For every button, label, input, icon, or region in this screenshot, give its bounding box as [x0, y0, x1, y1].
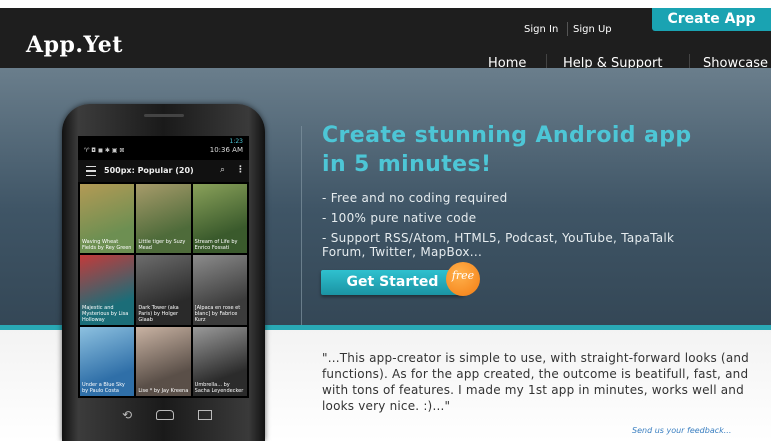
feature-item: Forum, Twitter, MapBox... — [322, 245, 483, 259]
home-icon[interactable] — [156, 410, 174, 420]
recent-apps-icon[interactable] — [198, 410, 212, 420]
photo-tile[interactable]: Little tiger by Suzy Mead — [136, 184, 191, 254]
phone-speaker — [144, 114, 184, 117]
photo-caption: Dark Tower (aka Paris) by Holger Glaab — [138, 304, 179, 323]
search-icon[interactable]: ⌕ — [220, 165, 225, 175]
photo-caption: Under a Blue Sky by Paulo Costa — [82, 382, 125, 394]
app-logo[interactable]: App.Yet — [26, 32, 123, 58]
feature-item: - Free and no coding required — [322, 191, 508, 205]
create-app-button[interactable]: Create App — [652, 8, 771, 31]
hero-title-line1: Create stunning Android app — [322, 123, 692, 148]
photo-caption: Stream of Life by Enrico Fossati — [194, 239, 238, 252]
top-bar: App.Yet Sign In Sign Up Create App Home … — [0, 0, 771, 72]
feature-item: - Support RSS/Atom, HTML5, Podcast, YouT… — [322, 231, 675, 245]
photo-tile[interactable]: Umbrella... by Sacha Leyendecker — [192, 326, 247, 396]
free-badge: free — [446, 262, 480, 296]
photo-tile[interactable]: Under a Blue Sky by Paulo Costa — [80, 326, 135, 396]
hero-divider — [301, 126, 302, 326]
photo-grid: Waving Wheat Fields by Rey Green Little t… — [80, 184, 247, 396]
photo-tile[interactable]: Dark Tower (aka Paris) by Holger Glaab — [136, 255, 191, 325]
photo-tile[interactable]: Lise * by Jay Kreena — [136, 326, 191, 396]
photo-tile[interactable]: Stream of Life by Enrico Fossati — [192, 184, 247, 254]
photo-tile[interactable]: Waving Wheat Fields by Rey Green — [80, 184, 135, 254]
testimonial-quote: "...This app-creator is simple to use, w… — [322, 351, 749, 413]
hero-title-line2: in 5 minutes! — [322, 152, 492, 177]
phone-mockup: 1:23 ♈ ◘ ◼ ✱ ▣ ⊠ 10:36 AM 500px: Popular… — [62, 104, 265, 441]
photo-tile[interactable]: Majestic and Mysterious by Lisa Holloway — [80, 255, 135, 325]
feedback-link[interactable]: Send us your feedback... — [632, 426, 731, 435]
photo-caption: Majestic and Mysterious by Lisa Holloway — [82, 304, 129, 323]
app-title: 500px: Popular (20) — [104, 166, 194, 175]
photo-caption: Waving Wheat Fields by Rey Green — [82, 239, 132, 252]
status-icons: ♈ ◘ ◼ ✱ ▣ ⊠ — [84, 147, 125, 154]
phone-screen: 1:23 ♈ ◘ ◼ ✱ ▣ ⊠ 10:36 AM 500px: Popular… — [78, 136, 249, 398]
phone-nav-bar: ⟲ — [78, 400, 249, 430]
separator — [567, 22, 568, 36]
back-icon[interactable]: ⟲ — [122, 408, 132, 422]
feature-item: - 100% pure native code — [322, 211, 477, 225]
photo-caption: Little tiger by Suzy Mead — [138, 239, 186, 252]
photo-tile[interactable]: [Alpaca en rose et blanc] by Fabrice Kur… — [192, 255, 247, 325]
get-started-button[interactable]: Get Started — [321, 270, 464, 295]
status-top-time: 1:23 — [229, 138, 243, 145]
more-icon[interactable]: ⋮ — [236, 165, 245, 175]
photo-caption: Umbrella... by Sacha Leyendecker — [194, 382, 244, 394]
photo-caption: [Alpaca en rose et blanc] by Fabrice Kur… — [194, 304, 241, 323]
photo-caption: Lise * by Jay Kreena — [138, 388, 189, 394]
menu-icon[interactable] — [86, 166, 96, 176]
sign-in-link[interactable]: Sign In — [524, 24, 558, 35]
status-time: 10:36 AM — [209, 146, 243, 154]
sign-up-link[interactable]: Sign Up — [573, 24, 612, 35]
